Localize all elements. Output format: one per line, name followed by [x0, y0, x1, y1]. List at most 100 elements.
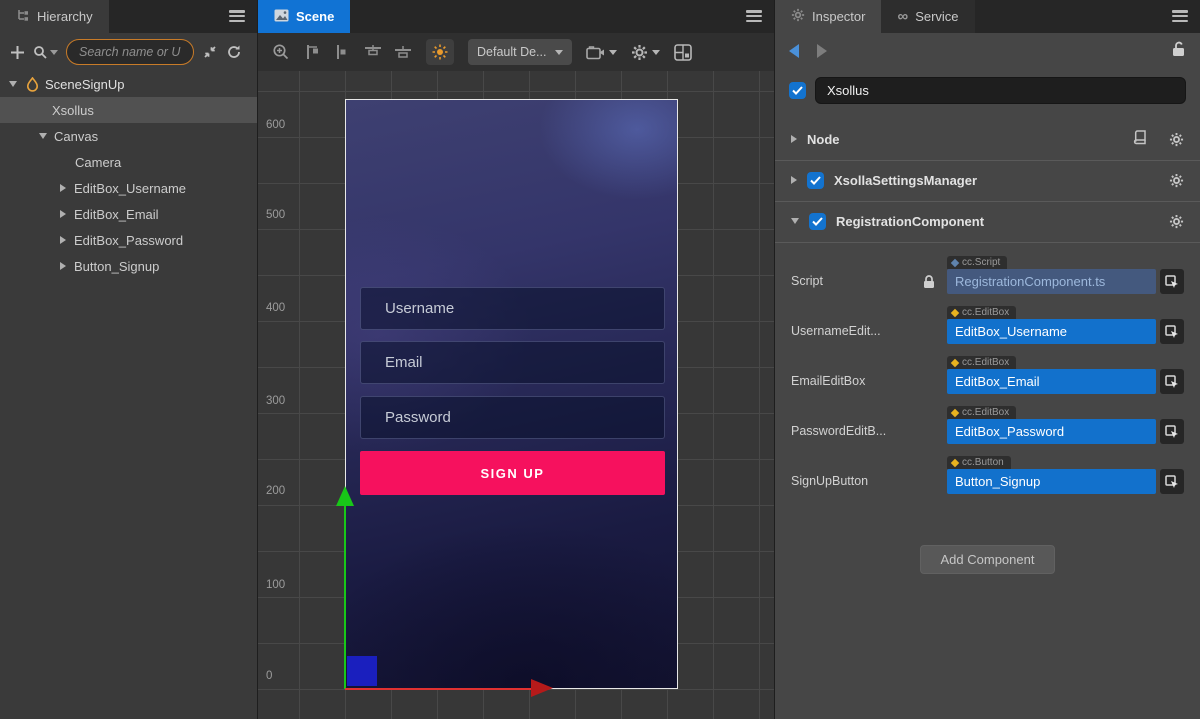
expander-down-icon[interactable] [791, 218, 799, 224]
tree-item-scenesignup[interactable]: SceneSignUp [0, 71, 257, 97]
align-top-edge-icon[interactable] [364, 44, 382, 60]
reference-picker-icon[interactable] [1160, 319, 1184, 344]
inspector-tab-label: Inspector [812, 9, 865, 24]
script-reference-field[interactable]: RegistrationComponent.ts [947, 269, 1156, 294]
username-editbox-reference-field[interactable]: EditBox_Username [947, 319, 1156, 344]
hierarchy-toolbar [0, 33, 257, 71]
scene-signup-button[interactable]: SIGN UP [360, 451, 665, 495]
split-panel-icon[interactable] [674, 44, 692, 61]
gear-icon[interactable] [1169, 173, 1184, 188]
forward-arrow-icon[interactable] [817, 44, 827, 58]
align-center-vertical-icon[interactable] [333, 44, 350, 60]
expander-right-icon[interactable] [58, 210, 68, 218]
property-label: PasswordEditB... [791, 424, 923, 444]
reference-picker-icon[interactable] [1160, 369, 1184, 394]
node-active-checkbox[interactable] [789, 82, 806, 99]
component-enabled-checkbox[interactable] [809, 213, 826, 230]
property-label: SignUpButton [791, 474, 923, 494]
image-icon [274, 9, 289, 25]
property-label: Script [791, 274, 923, 294]
unlock-icon[interactable] [1171, 41, 1186, 62]
reference-picker-icon[interactable] [1160, 269, 1184, 294]
tree-item-label: EditBox_Username [68, 181, 186, 196]
book-icon[interactable] [1133, 130, 1149, 148]
zoom-icon[interactable] [272, 43, 290, 61]
expander-right-icon[interactable] [58, 184, 68, 192]
align-left-edge-icon[interactable] [304, 44, 321, 60]
origin-gizmo-square[interactable] [347, 656, 377, 686]
divider [775, 160, 1200, 161]
tree-item-button-signup[interactable]: Button_Signup [0, 253, 257, 279]
scene-tab-label: Scene [296, 9, 334, 24]
ruler-label: 100 [266, 579, 285, 591]
reference-picker-icon[interactable] [1160, 419, 1184, 444]
node-name-row: Xsollus [775, 69, 1200, 116]
property-row-password-editbox: PasswordEditB... cc.EditBox EditBox_Pass… [775, 401, 1200, 451]
align-center-horizontal-icon[interactable] [394, 44, 412, 60]
x-axis-gizmo[interactable] [345, 688, 531, 690]
expander-right-icon[interactable] [58, 236, 68, 244]
component-enabled-checkbox[interactable] [807, 172, 824, 189]
type-diamond-icon [951, 358, 959, 366]
expander-right-icon[interactable] [58, 262, 68, 270]
registration-component-header[interactable]: RegistrationComponent [775, 206, 1200, 236]
camera-settings-dropdown[interactable] [586, 45, 617, 60]
hierarchy-menu-icon[interactable] [229, 10, 245, 22]
scene-tabstrip: Scene [258, 0, 774, 33]
property-row-signup-button: SignUpButton cc.Button Button_Signup [775, 451, 1200, 501]
search-input[interactable] [66, 39, 194, 65]
tab-scene[interactable]: Scene [258, 0, 350, 33]
chevron-down-icon [555, 50, 563, 55]
password-editbox-reference-field[interactable]: EditBox_Password [947, 419, 1156, 444]
inspector-menu-icon[interactable] [1172, 10, 1188, 22]
email-editbox-reference-field[interactable]: EditBox_Email [947, 369, 1156, 394]
create-node-button[interactable] [10, 45, 25, 60]
scene-editbox-password[interactable]: Password [360, 396, 665, 439]
chevron-down-icon [652, 50, 660, 55]
back-arrow-icon[interactable] [789, 44, 799, 58]
tree-item-editbox-password[interactable]: EditBox_Password [0, 227, 257, 253]
tree-item-camera[interactable]: Camera [0, 149, 257, 175]
expander-down-icon[interactable] [8, 81, 18, 87]
x-axis-arrowhead-icon[interactable] [531, 679, 553, 697]
y-axis-arrowhead-icon[interactable] [336, 486, 354, 506]
y-axis-gizmo[interactable] [344, 504, 346, 689]
gear-icon[interactable] [1169, 214, 1184, 229]
signup-button-reference-field[interactable]: Button_Signup [947, 469, 1156, 494]
scene-editbox-username[interactable]: Username [360, 287, 665, 330]
tab-hierarchy[interactable]: Hierarchy [0, 0, 109, 33]
collapse-all-icon[interactable] [202, 44, 218, 60]
tree-item-canvas[interactable]: Canvas [0, 123, 257, 149]
reference-picker-icon[interactable] [1160, 469, 1184, 494]
scene-panel: Scene [258, 0, 775, 719]
gear-icon[interactable] [1169, 132, 1184, 147]
node-section-header[interactable]: Node [775, 124, 1200, 154]
scene-menu-icon[interactable] [746, 10, 762, 22]
device-preset-dropdown[interactable]: Default De... [468, 39, 572, 65]
type-diamond-icon [951, 458, 959, 466]
search-filter-icon[interactable] [33, 45, 58, 60]
tab-inspector[interactable]: Inspector [775, 0, 881, 33]
hierarchy-tree: SceneSignUp Xsollus Canvas Camera EditBo… [0, 71, 257, 719]
expander-right-icon[interactable] [791, 135, 797, 143]
ruler-label: 300 [266, 395, 285, 407]
property-row-email-editbox: EmailEditBox cc.EditBox EditBox_Email [775, 351, 1200, 401]
inspector-tabstrip: Inspector ∞ Service [775, 0, 1200, 33]
refresh-icon[interactable] [226, 44, 242, 60]
expander-down-icon[interactable] [38, 133, 48, 139]
scene-gizmo-settings-dropdown[interactable] [631, 44, 660, 61]
settings-manager-header[interactable]: XsollaSettingsManager [775, 165, 1200, 195]
tree-item-editbox-email[interactable]: EditBox_Email [0, 201, 257, 227]
scene-viewport[interactable]: 600 500 400 300 200 100 0 Username Email… [258, 71, 774, 719]
scene-light-toggle[interactable] [426, 39, 454, 65]
design-canvas[interactable]: Username Email Password SIGN UP [345, 99, 678, 689]
scene-editbox-email[interactable]: Email [360, 341, 665, 384]
tree-item-editbox-username[interactable]: EditBox_Username [0, 175, 257, 201]
tree-item-xsollus[interactable]: Xsollus [0, 97, 257, 123]
scene-toolbar: Default De... [258, 33, 774, 71]
tree-item-label: Button_Signup [68, 259, 159, 274]
add-component-button[interactable]: Add Component [920, 545, 1056, 574]
tab-service[interactable]: ∞ Service [881, 0, 974, 33]
node-name-field[interactable]: Xsollus [815, 77, 1186, 104]
expander-right-icon[interactable] [791, 176, 797, 184]
